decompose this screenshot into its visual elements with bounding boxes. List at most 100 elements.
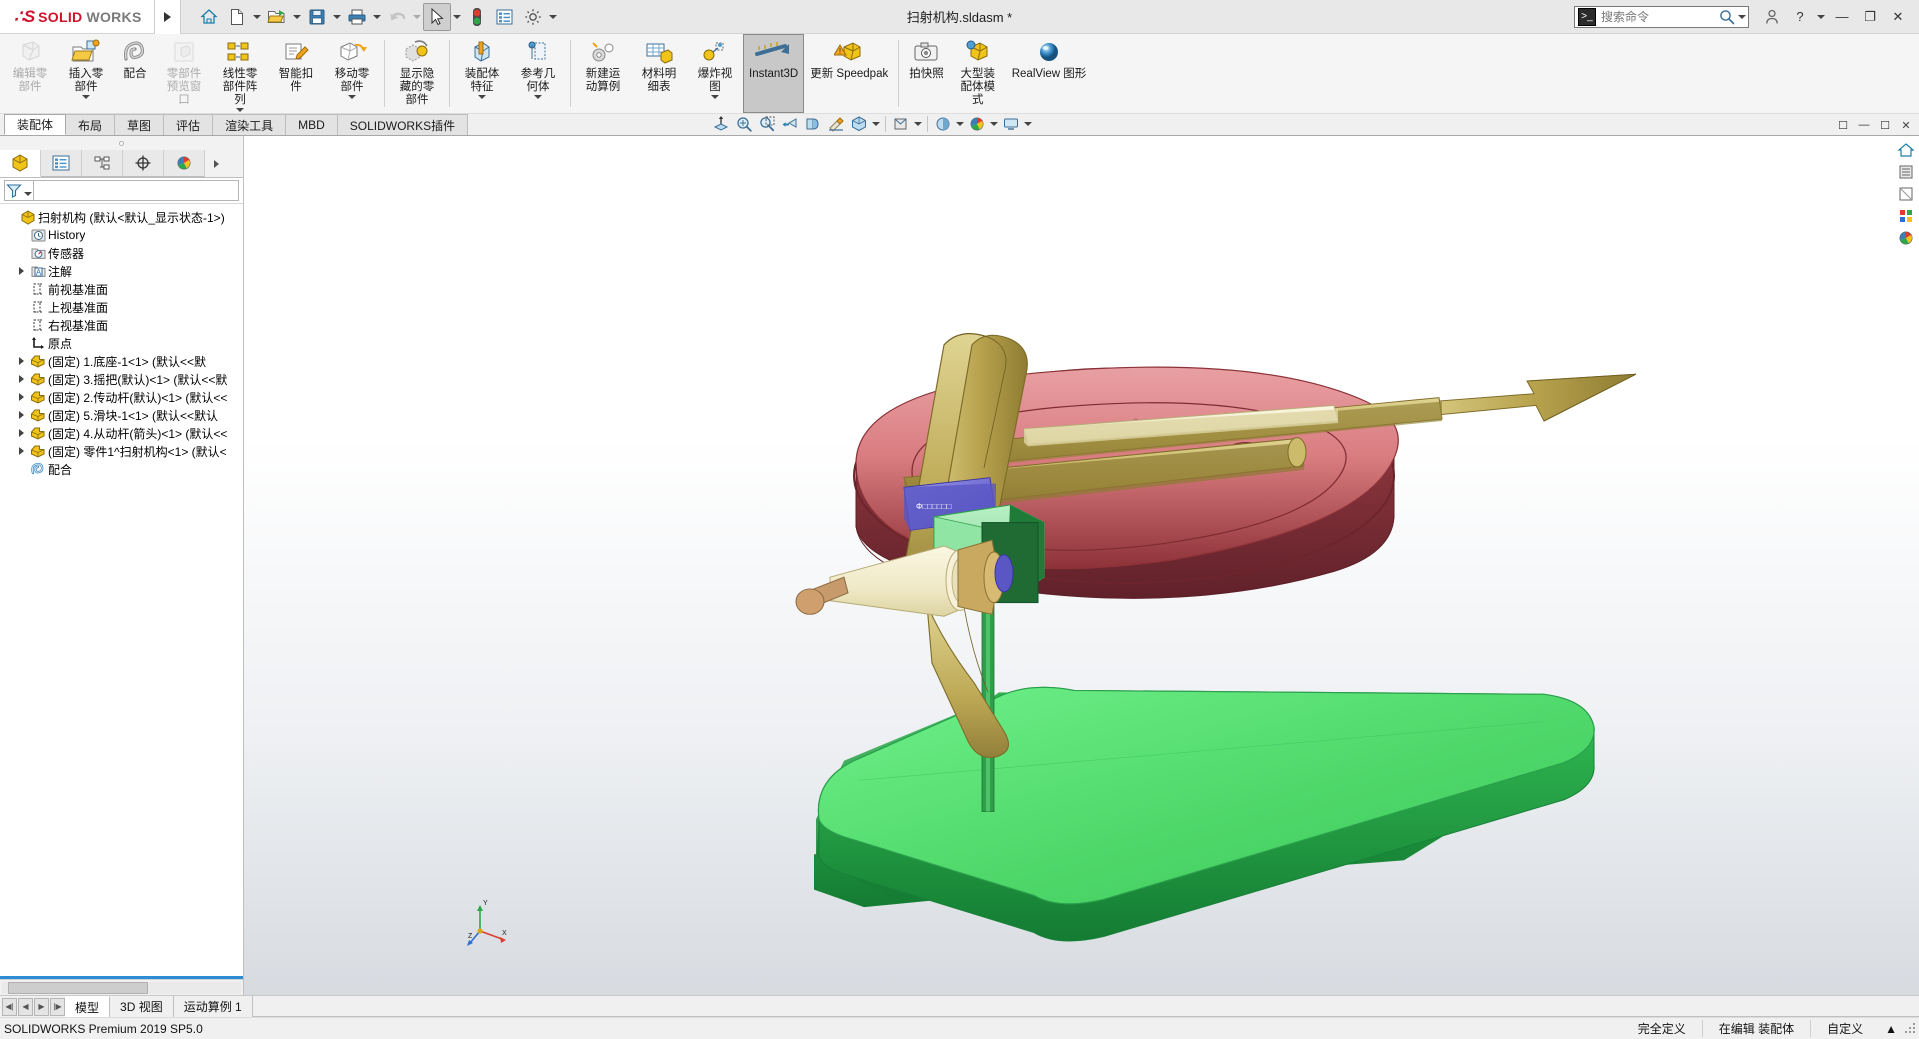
document-tab-2[interactable]: 运动算例 1	[174, 996, 253, 1017]
color-wheel-icon[interactable]	[1895, 228, 1917, 248]
search-input[interactable]	[1599, 8, 1718, 25]
select-cursor-icon[interactable]	[422, 2, 451, 31]
tree-node[interactable]: 配合	[0, 460, 243, 478]
expand-arrow-icon[interactable]	[14, 393, 28, 401]
zoom-to-fit-icon[interactable]	[710, 113, 732, 134]
prev-tab-button[interactable]: ◀	[18, 997, 33, 1016]
tab-0[interactable]: 装配体	[4, 114, 67, 135]
open-folder-icon[interactable]	[263, 3, 291, 31]
ribbon-button-show-hidden-components[interactable]: 显示隐藏的零部件	[389, 34, 445, 113]
display-style-icon[interactable]	[848, 113, 870, 134]
ribbon-button-move-component[interactable]: 移动零部件	[324, 34, 380, 113]
previous-view-icon[interactable]	[779, 113, 801, 134]
first-tab-button[interactable]: ◀|	[2, 997, 17, 1016]
ribbon-button-assembly-features[interactable]: 装配体特征	[454, 34, 510, 113]
ribbon-button-mate[interactable]: 配合	[114, 34, 156, 113]
tab-2[interactable]: 草图	[114, 114, 165, 135]
dimxpert-manager-tab[interactable]	[123, 150, 164, 177]
ribbon-button-update-speedpak[interactable]: ! 更新 Speedpak	[804, 34, 894, 113]
tree-node[interactable]: 传感器	[0, 244, 243, 262]
expand-arrow-icon[interactable]	[14, 411, 28, 419]
next-tab-button[interactable]: ▶	[34, 997, 49, 1016]
appearance-swatch-icon[interactable]	[1895, 206, 1917, 226]
home-icon[interactable]	[195, 3, 223, 31]
options-dropdown[interactable]	[547, 3, 559, 31]
undo-icon[interactable]	[383, 3, 411, 31]
new-document-icon[interactable]	[223, 3, 251, 31]
ribbon-button-exploded-view[interactable]: 爆炸视图	[687, 34, 743, 113]
apply-scene-icon[interactable]	[932, 113, 954, 134]
document-tab-0[interactable]: 模型	[65, 996, 111, 1017]
ribbon-button-instant3d[interactable]: Instant3D	[743, 34, 805, 113]
expand-menu-button[interactable]	[154, 0, 181, 34]
panel-splitter[interactable]	[0, 136, 243, 150]
home-view-icon[interactable]	[1895, 140, 1917, 160]
tree-root-node[interactable]: 扫射机构 (默认<默认_显示状态-1>)	[0, 208, 243, 226]
search-icon[interactable]	[1718, 8, 1736, 26]
tab-1[interactable]: 布局	[65, 114, 116, 135]
doc-close-icon[interactable]: ✕	[1897, 116, 1915, 134]
help-dropdown[interactable]	[1815, 3, 1827, 31]
graphics-viewport[interactable]: Φ□□□□□□ Y X Z	[244, 136, 1919, 995]
feature-manager-more-tabs[interactable]	[205, 150, 227, 177]
last-tab-button[interactable]: |▶	[50, 997, 65, 1016]
display-manager-tab[interactable]	[164, 150, 205, 177]
user-account-icon[interactable]	[1759, 4, 1785, 30]
view-palette-icon[interactable]	[1895, 184, 1917, 204]
tree-node[interactable]: (固定) 零件1^扫射机构<1> (默认<	[0, 442, 243, 460]
tab-6[interactable]: SOLIDWORKS插件	[336, 114, 469, 135]
zoom-to-area-icon[interactable]	[756, 113, 778, 134]
view-settings-dropdown[interactable]	[1023, 113, 1033, 134]
open-document-dropdown[interactable]	[291, 3, 303, 31]
chevron-down-icon[interactable]	[534, 95, 542, 99]
undo-dropdown[interactable]	[411, 3, 423, 31]
display-style-dropdown[interactable]	[871, 113, 881, 134]
property-manager-tab[interactable]	[41, 150, 82, 177]
expand-arrow-icon[interactable]	[14, 375, 28, 383]
close-button[interactable]: ✕	[1885, 4, 1911, 30]
doc-restore-prev-icon[interactable]: ☐	[1834, 116, 1852, 134]
section-view-icon[interactable]	[802, 113, 824, 134]
tree-node[interactable]: 上视基准面	[0, 298, 243, 316]
ribbon-button-new-motion-study[interactable]: 新建运动算例	[575, 34, 631, 113]
minimize-button[interactable]: —	[1829, 4, 1855, 30]
document-tab-1[interactable]: 3D 视图	[110, 996, 174, 1017]
expand-arrow-icon[interactable]	[14, 357, 28, 365]
chevron-down-icon[interactable]	[478, 95, 486, 99]
edit-appearance-icon[interactable]	[966, 113, 988, 134]
view-settings-icon[interactable]	[1000, 113, 1022, 134]
tree-node[interactable]: (固定) 2.传动杆(默认)<1> (默认<<	[0, 388, 243, 406]
tree-node[interactable]: (固定) 1.底座-1<1> (默认<<默	[0, 352, 243, 370]
ribbon-button-large-assembly-mode[interactable]: 大型装配体模式	[950, 34, 1006, 113]
zoom-in-out-icon[interactable]	[733, 113, 755, 134]
ribbon-button-reference-geometry[interactable]: 参考几何体	[510, 34, 566, 113]
ribbon-button-smart-fasteners[interactable]: 智能扣件	[268, 34, 324, 113]
ribbon-button-realview-graphics[interactable]: RealView 图形	[1006, 34, 1093, 113]
restore-button[interactable]: ❐	[1857, 4, 1883, 30]
expand-arrow-icon[interactable]	[14, 447, 28, 455]
tree-node[interactable]: (固定) 5.滑块-1<1> (默认<<默认	[0, 406, 243, 424]
search-commands-box[interactable]: >_	[1574, 5, 1749, 28]
tab-4[interactable]: 渲染工具	[212, 114, 287, 135]
ribbon-button-linear-component-pattern[interactable]: 线性零部件阵列	[212, 34, 268, 113]
help-icon[interactable]: ?	[1787, 4, 1813, 30]
rebuild-icon[interactable]	[463, 3, 491, 31]
resize-grip[interactable]	[1903, 1022, 1919, 1035]
gear-icon[interactable]	[519, 3, 547, 31]
tree-node[interactable]: A 注解	[0, 262, 243, 280]
status-units-caret[interactable]: ▲	[1879, 1022, 1903, 1036]
tree-node[interactable]: 原点	[0, 334, 243, 352]
configuration-manager-tab[interactable]	[82, 150, 123, 177]
status-units[interactable]: 自定义	[1810, 1020, 1879, 1037]
tree-node[interactable]: (固定) 3.摇把(默认)<1> (默认<<默	[0, 370, 243, 388]
chevron-down-icon[interactable]	[236, 108, 244, 112]
tree-horizontal-scrollbar[interactable]	[0, 979, 243, 995]
options-list-icon[interactable]	[491, 3, 519, 31]
ribbon-button-take-snapshot[interactable]: 拍快照	[903, 34, 950, 113]
tree-node[interactable]: (固定) 4.从动杆(箭头)<1> (默认<<	[0, 424, 243, 442]
hide-show-items-icon[interactable]	[890, 113, 912, 134]
tab-3[interactable]: 评估	[163, 114, 214, 135]
tab-5[interactable]: MBD	[285, 114, 338, 135]
chevron-down-icon[interactable]	[82, 95, 90, 99]
select-dropdown[interactable]	[451, 3, 463, 31]
